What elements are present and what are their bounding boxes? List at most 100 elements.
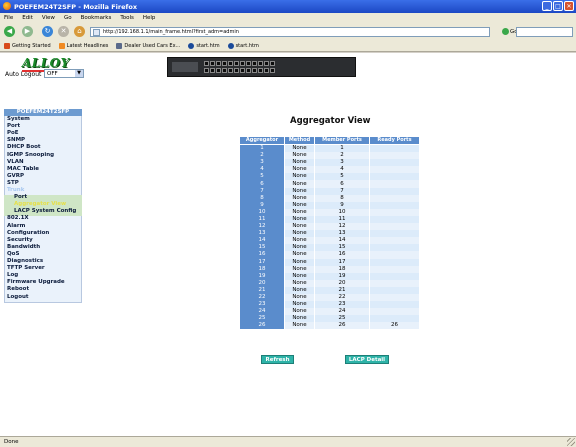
bookmark-latest-headlines[interactable]: Latest Headlines bbox=[58, 42, 109, 49]
sidebar-item-stp[interactable]: STP bbox=[7, 180, 19, 186]
menu-go[interactable]: Go bbox=[64, 13, 72, 23]
ready-ports-cell bbox=[369, 194, 420, 202]
aggregator-cell: 13 bbox=[239, 230, 285, 238]
menu-help[interactable]: Help bbox=[143, 13, 156, 23]
bookmark-dealer-used-cars[interactable]: Dealer Used Cars Ex... bbox=[116, 42, 180, 49]
aggregator-cell: 19 bbox=[239, 272, 285, 280]
method-cell: None bbox=[284, 315, 315, 323]
member-ports-cell: 3 bbox=[314, 159, 370, 167]
member-ports-cell: 2 bbox=[314, 152, 370, 160]
table-row: 3 None 3 bbox=[239, 159, 420, 167]
sidebar-item-alarm[interactable]: Alarm bbox=[7, 223, 25, 229]
ready-ports-cell bbox=[369, 308, 420, 316]
sidebar-item-tftp-server[interactable]: TFTP Server bbox=[7, 265, 45, 271]
switch-port bbox=[228, 61, 233, 66]
switch-port bbox=[240, 68, 245, 73]
aggregator-cell: 7 bbox=[239, 187, 285, 195]
menu-file[interactable]: File bbox=[4, 13, 13, 23]
navigation-toolbar: ◀ ▶ ↻ ✕ ⌂ http://192.168.1.1/main_frame.… bbox=[0, 23, 576, 41]
switch-port bbox=[222, 61, 227, 66]
member-ports-cell: 4 bbox=[314, 166, 370, 174]
home-icon[interactable]: ⌂ bbox=[74, 26, 85, 37]
url-bar[interactable]: http://192.168.1.1/main_frame.html?first… bbox=[90, 27, 490, 37]
method-cell: None bbox=[284, 208, 315, 216]
sidebar-item-bandwidth[interactable]: Bandwidth bbox=[7, 244, 40, 250]
bookmark-start-2[interactable]: start.htm bbox=[227, 42, 259, 49]
member-ports-cell: 16 bbox=[314, 251, 370, 259]
sidebar-item-qos[interactable]: QoS bbox=[7, 251, 19, 257]
menu-edit[interactable]: Edit bbox=[22, 13, 33, 23]
sidebar-item-firmware-upgrade[interactable]: Firmware Upgrade bbox=[7, 279, 65, 285]
minimize-button[interactable]: _ bbox=[542, 1, 552, 11]
member-ports-cell: 24 bbox=[314, 308, 370, 316]
sidebar-item-port[interactable]: Port bbox=[7, 123, 20, 129]
back-icon[interactable]: ◀ bbox=[4, 26, 15, 37]
sidebar-item-gvrp[interactable]: GVRP bbox=[7, 173, 24, 179]
sidebar-item-reboot[interactable]: Reboot bbox=[7, 286, 29, 292]
column-header-aggregator: Aggregator bbox=[239, 136, 285, 145]
sidebar-item-system[interactable]: System bbox=[7, 116, 30, 122]
method-cell: None bbox=[284, 144, 315, 153]
search-input[interactable] bbox=[516, 27, 573, 37]
forward-icon[interactable]: ▶ bbox=[22, 26, 33, 37]
ready-ports-cell bbox=[369, 244, 420, 252]
auto-logout-select[interactable]: OFF ▼ bbox=[44, 69, 84, 78]
refresh-button[interactable]: Refresh bbox=[261, 355, 294, 364]
sidebar-item-mac-table[interactable]: MAC Table bbox=[7, 166, 39, 172]
bookmark-label: start.htm bbox=[235, 42, 259, 49]
method-cell: None bbox=[284, 301, 315, 309]
menu-view[interactable]: View bbox=[42, 13, 55, 23]
sidebar-item-security[interactable]: Security bbox=[7, 237, 33, 243]
ready-ports-cell bbox=[369, 286, 420, 294]
resize-grip[interactable] bbox=[567, 438, 575, 446]
globe-icon bbox=[227, 42, 234, 49]
sidebar-item-snmp[interactable]: SNMP bbox=[7, 137, 25, 143]
sidebar-item-log[interactable]: Log bbox=[7, 272, 18, 278]
window-controls: _ □ ✕ bbox=[542, 1, 574, 11]
ready-ports-cell bbox=[369, 301, 420, 309]
sidebar-item-logout[interactable]: Logout bbox=[7, 294, 29, 300]
sidebar-item-vlan[interactable]: VLAN bbox=[7, 159, 24, 165]
sidebar-item-trunk[interactable]: Trunk bbox=[7, 187, 24, 193]
sidebar-item-configuration[interactable]: Configuration bbox=[7, 230, 49, 236]
table-row: 9 None 9 bbox=[239, 201, 420, 209]
sidebar-item-port[interactable]: Port bbox=[14, 194, 27, 200]
member-ports-cell: 7 bbox=[314, 187, 370, 195]
menu-tools[interactable]: Tools bbox=[120, 13, 134, 23]
table-row: 5 None 5 bbox=[239, 173, 420, 181]
sidebar-item-802-1x[interactable]: 802.1X bbox=[7, 215, 29, 221]
member-ports-cell: 25 bbox=[314, 315, 370, 323]
ready-ports-cell bbox=[369, 237, 420, 245]
page-title: Aggregator View bbox=[290, 116, 371, 126]
bookmark-start-1[interactable]: start.htm bbox=[188, 42, 220, 49]
method-cell: None bbox=[284, 152, 315, 160]
ready-ports-cell: 26 bbox=[369, 322, 420, 330]
sidebar-item-lacp-system-config[interactable]: LACP System Config bbox=[14, 208, 76, 214]
reload-icon[interactable]: ↻ bbox=[42, 26, 53, 37]
sidebar-item-diagnostics[interactable]: Diagnostics bbox=[7, 258, 43, 264]
bookmark-icon bbox=[4, 42, 10, 49]
member-ports-cell: 12 bbox=[314, 223, 370, 231]
ready-ports-cell bbox=[369, 144, 420, 153]
maximize-button[interactable]: □ bbox=[553, 1, 563, 11]
switch-port bbox=[216, 68, 221, 73]
sidebar-item-aggregator-view[interactable]: Aggregator View bbox=[14, 201, 66, 207]
member-ports-cell: 1 bbox=[314, 144, 370, 153]
menu-bookmarks[interactable]: Bookmarks bbox=[81, 13, 112, 23]
table-row: 19 None 19 bbox=[239, 272, 420, 280]
bookmark-label: Getting Started bbox=[12, 42, 51, 49]
switch-port bbox=[264, 68, 269, 73]
sidebar-item-dhcp-boot[interactable]: DHCP Boot bbox=[7, 144, 41, 150]
bookmark-getting-started[interactable]: Getting Started bbox=[4, 42, 51, 49]
method-cell: None bbox=[284, 230, 315, 238]
page-content: ALLOY Auto Logout OFF ▼ POEFEM24T2SFP Sy… bbox=[0, 53, 576, 436]
lacp-detail-button[interactable]: LACP Detail bbox=[345, 355, 389, 364]
switch-port bbox=[204, 61, 209, 66]
table-row: 25 None 25 bbox=[239, 315, 420, 323]
sidebar-item-igmp-snooping[interactable]: IGMP Snooping bbox=[7, 152, 54, 158]
aggregator-cell: 12 bbox=[239, 223, 285, 231]
close-button[interactable]: ✕ bbox=[564, 1, 574, 11]
stop-icon[interactable]: ✕ bbox=[58, 26, 69, 37]
bookmark-label: Latest Headlines bbox=[66, 42, 109, 49]
sidebar-item-poe[interactable]: PoE bbox=[7, 130, 19, 136]
